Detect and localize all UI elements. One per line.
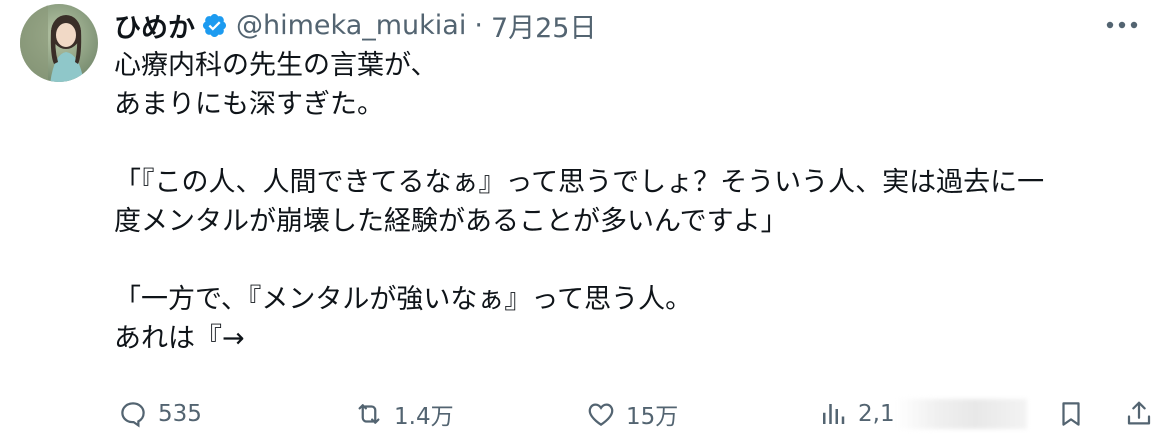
views-count: 2,1 [858, 401, 895, 427]
more-options-button[interactable] [1102, 10, 1142, 40]
reply-icon [118, 399, 148, 429]
bookmark-button[interactable] [1056, 394, 1086, 434]
repost-icon [354, 399, 384, 429]
separator-dot: · [474, 9, 483, 41]
reply-button[interactable]: 535 [118, 394, 202, 434]
share-icon [1124, 399, 1154, 429]
more-icon [1106, 21, 1138, 29]
tweet[interactable]: ひめか @himeka_mukiai · 7月25日 心療内科の先生の言葉が、 … [0, 0, 1170, 448]
tweet-text: 心療内科の先生の言葉が、 あまりにも深すぎた。 「『この人、人間できてるなぁ』っ… [114, 46, 1154, 358]
tweet-line: あまりにも深すぎた。 [114, 89, 384, 120]
verified-badge-icon[interactable] [201, 12, 228, 39]
tweet-line: 心療内科の先生の言葉が、 [114, 50, 438, 81]
repost-button[interactable]: 1.4万 [354, 394, 454, 434]
tweet-line: 「一方で、『メンタルが強いなぁ』って思う人。 [114, 284, 693, 315]
display-name[interactable]: ひめか [114, 6, 195, 45]
like-icon [586, 399, 616, 429]
views-button[interactable]: 2,1 [818, 394, 1027, 434]
repost-count: 1.4万 [394, 404, 454, 430]
share-button[interactable] [1124, 394, 1154, 434]
tweet-line: 「『この人、人間できてるなぁ』って思うでしょ？そういう人、実は過去に一 [114, 167, 1045, 198]
tweet-header: ひめか @himeka_mukiai · 7月25日 [114, 4, 596, 46]
user-handle[interactable]: @himeka_mukiai [236, 10, 466, 41]
blurred-region [896, 399, 1027, 429]
avatar[interactable] [20, 4, 98, 82]
action-bar: 535 1.4万 15万 2,1 [118, 394, 1170, 434]
like-count: 15万 [626, 404, 679, 430]
reply-count: 535 [158, 401, 202, 427]
tweet-date[interactable]: 7月25日 [491, 6, 597, 45]
like-button[interactable]: 15万 [586, 394, 678, 434]
tweet-line-truncated[interactable]: あれは『→ [114, 319, 1154, 358]
tweet-line: 度メンタルが崩壊した経験があることが多いんですよ」 [114, 206, 788, 237]
views-icon [818, 399, 848, 429]
bookmark-icon [1056, 399, 1086, 429]
